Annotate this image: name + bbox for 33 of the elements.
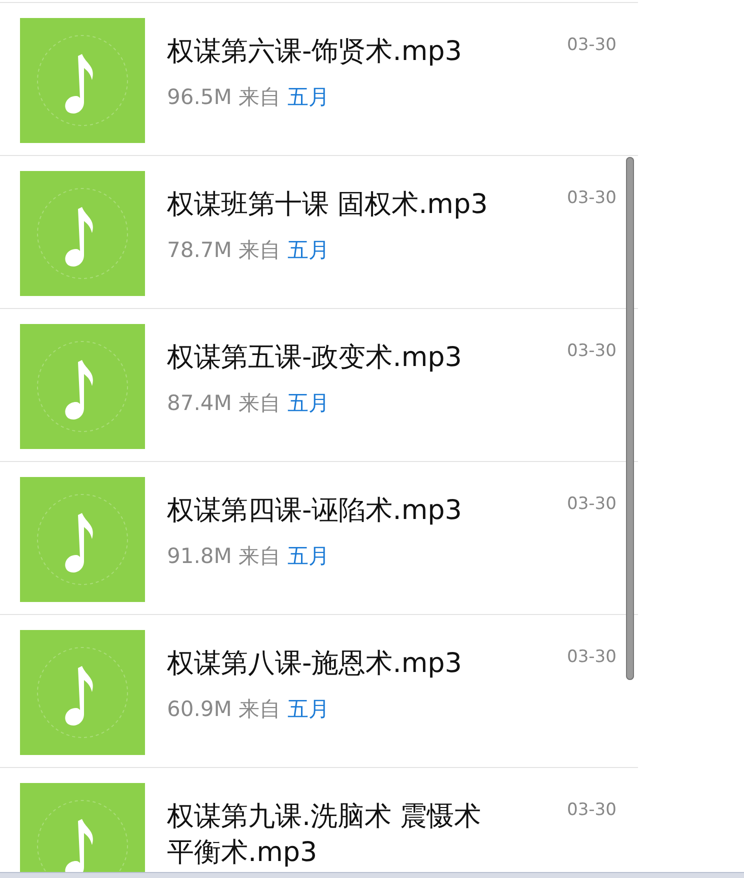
- file-size: 78.7M: [167, 238, 232, 262]
- file-name[interactable]: 权谋第六课-饰贤术.mp3: [167, 34, 497, 70]
- from-label: 来自: [238, 391, 281, 415]
- source-link[interactable]: 五月: [287, 85, 330, 109]
- scrollbar[interactable]: [626, 157, 634, 680]
- file-date: 03-30: [567, 187, 616, 208]
- source-link[interactable]: 五月: [287, 238, 330, 262]
- file-name[interactable]: 权谋第九课.洗脑术 震慑术平衡术.mp3: [167, 799, 497, 871]
- file-date: 03-30: [567, 646, 616, 667]
- file-date: 03-30: [567, 799, 616, 820]
- file-size: 91.8M: [167, 544, 232, 568]
- file-size: 87.4M: [167, 391, 232, 415]
- source-link[interactable]: 五月: [287, 697, 330, 721]
- file-name[interactable]: 权谋第四课-诬陷术.mp3: [167, 493, 497, 529]
- file-date: 03-30: [567, 34, 616, 55]
- file-size: 60.9M: [167, 697, 232, 721]
- file-name[interactable]: 权谋班第十课 固权术.mp3: [167, 187, 497, 223]
- file-date: 03-30: [567, 340, 616, 361]
- music-note-icon: [20, 324, 145, 449]
- source-link[interactable]: 五月: [287, 391, 330, 415]
- music-note-icon: [20, 630, 145, 755]
- file-name[interactable]: 权谋第五课-政变术.mp3: [167, 340, 497, 376]
- from-label: 来自: [238, 544, 281, 568]
- file-date: 03-30: [567, 493, 616, 514]
- from-label: 来自: [238, 697, 281, 721]
- music-note-icon: [20, 477, 145, 602]
- music-note-icon: [20, 18, 145, 143]
- source-link[interactable]: 五月: [287, 544, 330, 568]
- music-note-icon: [20, 171, 145, 296]
- from-label: 来自: [238, 238, 281, 262]
- file-size: 96.5M: [167, 85, 232, 109]
- from-label: 来自: [238, 85, 281, 109]
- file-name[interactable]: 权谋第八课-施恩术.mp3: [167, 646, 497, 682]
